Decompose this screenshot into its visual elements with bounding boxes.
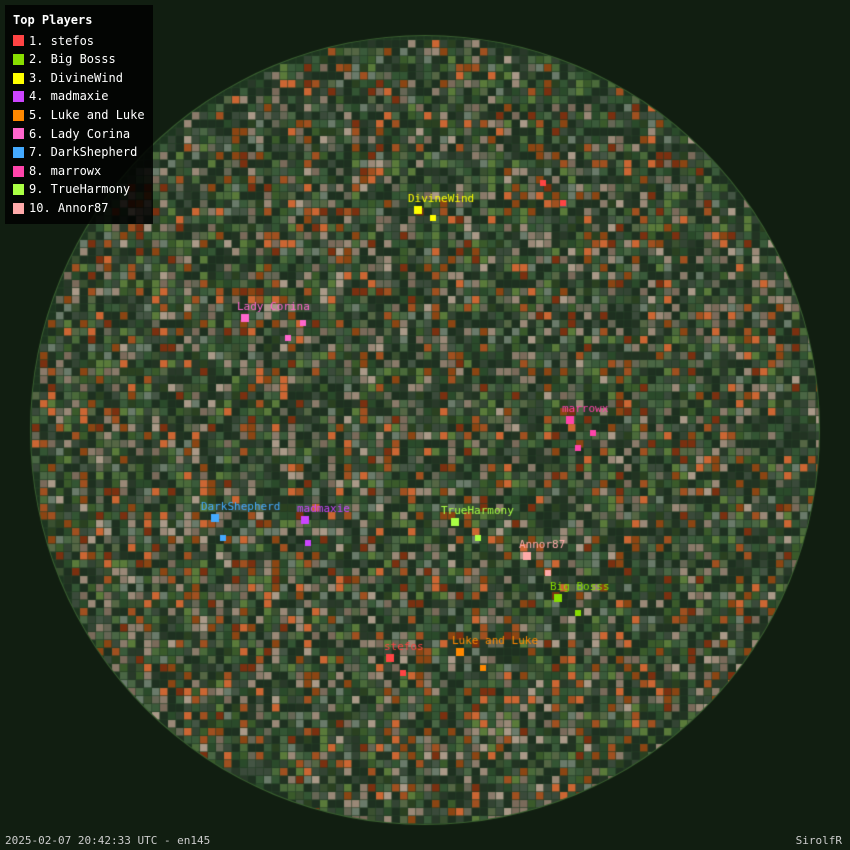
legend-color-swatch — [13, 203, 24, 214]
legend-color-swatch — [13, 110, 24, 121]
legend-item-text: 1. stefos — [29, 32, 94, 51]
legend-title: Top Players — [13, 11, 145, 30]
legend-color-swatch — [13, 166, 24, 177]
server-label: SirolfR — [796, 834, 842, 847]
legend-color-swatch — [13, 91, 24, 102]
legend-item-text: 10. Annor87 — [29, 199, 108, 218]
legend-item-text: 2. Big Bosss — [29, 50, 116, 69]
legend-item-text: 6. Lady Corina — [29, 125, 130, 144]
legend-color-swatch — [13, 35, 24, 46]
legend-item: 9. TrueHarmony — [13, 180, 145, 199]
legend-item: 3. DivineWind — [13, 69, 145, 88]
legend-color-swatch — [13, 184, 24, 195]
legend-item-text: 9. TrueHarmony — [29, 180, 130, 199]
legend-item-text: 3. DivineWind — [29, 69, 123, 88]
legend-color-swatch — [13, 128, 24, 139]
legend-item: 7. DarkShepherd — [13, 143, 145, 162]
status-bar: 2025-02-07 20:42:33 UTC - en145 — [5, 834, 210, 847]
legend-item-text: 5. Luke and Luke — [29, 106, 145, 125]
legend-item: 2. Big Bosss — [13, 50, 145, 69]
legend-color-swatch — [13, 73, 24, 84]
legend-item-text: 7. DarkShepherd — [29, 143, 137, 162]
legend-color-swatch — [13, 147, 24, 158]
legend-color-swatch — [13, 54, 24, 65]
legend-item: 5. Luke and Luke — [13, 106, 145, 125]
legend-item: 8. marrowx — [13, 162, 145, 181]
legend-item: 4. madmaxie — [13, 87, 145, 106]
legend-item: 6. Lady Corina — [13, 125, 145, 144]
legend-panel: Top Players 1. stefos2. Big Bosss3. Divi… — [5, 5, 153, 224]
legend-item-text: 4. madmaxie — [29, 87, 108, 106]
legend-item-text: 8. marrowx — [29, 162, 101, 181]
legend-item: 10. Annor87 — [13, 199, 145, 218]
legend-item: 1. stefos — [13, 32, 145, 51]
